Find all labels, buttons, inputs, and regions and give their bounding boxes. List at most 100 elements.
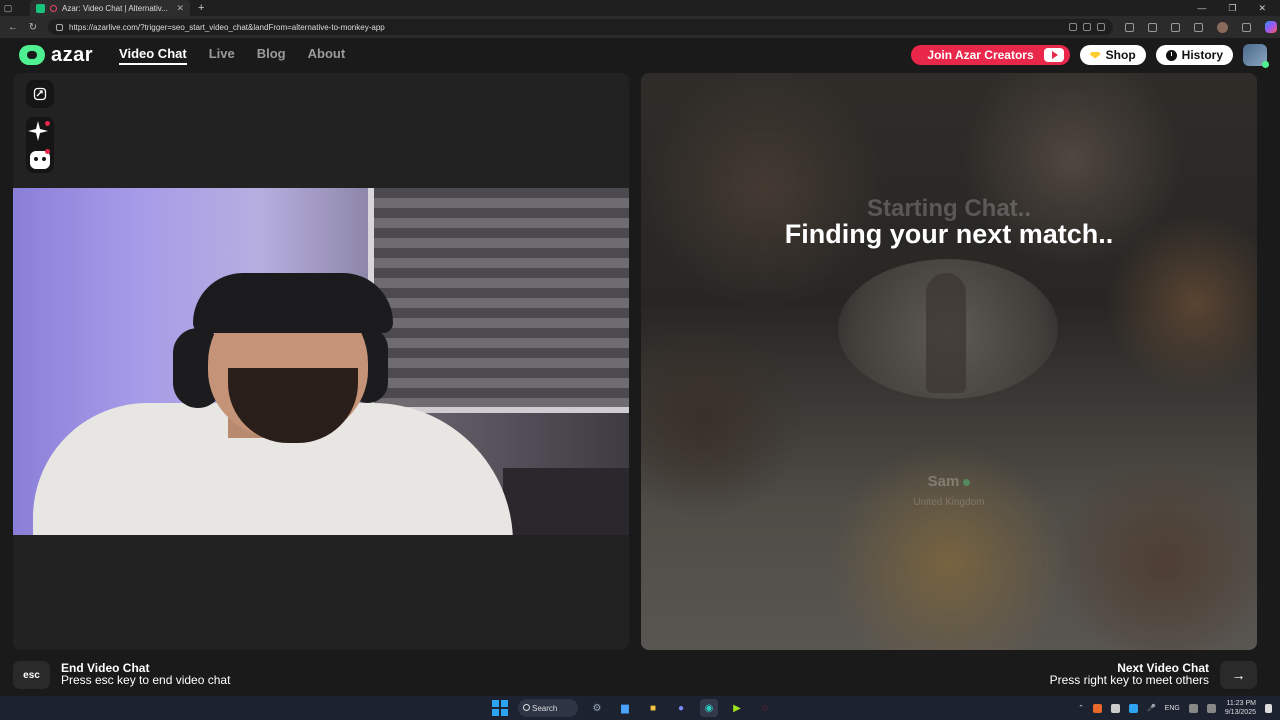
onedrive-icon[interactable] (1110, 703, 1120, 713)
clock-icon (1165, 49, 1177, 61)
network-icon[interactable] (1188, 703, 1198, 713)
nav-video-chat[interactable]: Video Chat (119, 46, 187, 65)
background-chair (503, 468, 629, 535)
restore-icon[interactable]: ❐ (1228, 3, 1236, 14)
favorite-star-icon[interactable] (1097, 23, 1105, 31)
collections-icon[interactable] (1194, 22, 1203, 32)
switch-camera-button[interactable] (26, 80, 54, 108)
minimize-icon[interactable]: — (1197, 3, 1206, 14)
tray-sync-icon[interactable] (1128, 703, 1138, 713)
join-creators-button[interactable]: Join Azar Creators (911, 45, 1070, 65)
end-chat-button[interactable]: esc (13, 661, 50, 689)
notification-icon[interactable] (1265, 703, 1272, 713)
discord-icon[interactable]: ● (672, 699, 690, 717)
nav-live[interactable]: Live (209, 46, 235, 65)
effects-new-dot (45, 121, 50, 126)
sparkle-icon (28, 121, 48, 141)
user-avatar[interactable] (1243, 44, 1269, 68)
system-tray: ⌃ 🎤 ENG 11:23 PM 9/13/2025 (1078, 698, 1272, 718)
switch-camera-icon (33, 87, 47, 101)
match-name: Sam (927, 473, 960, 490)
window-controls: — ❐ ✕ (1197, 3, 1280, 14)
face-mask-icon (30, 151, 50, 169)
copilot-icon[interactable] (1265, 21, 1277, 33)
nav-about[interactable]: About (308, 46, 346, 65)
person-cap (193, 273, 393, 333)
next-chat-arrow-icon[interactable]: → (1220, 661, 1257, 689)
my-video-panel (13, 73, 629, 650)
taskbar-clock[interactable]: 11:23 PM 9/13/2025 (1225, 699, 1256, 717)
extensions-icon[interactable] (1125, 22, 1134, 32)
window-menu-icon[interactable]: ▢ (0, 0, 16, 16)
recorder-icon[interactable]: ◌ (756, 699, 774, 717)
language-indicator[interactable]: ENG (1165, 705, 1180, 712)
url-text: https://azarlive.com/?trigger=seo_start_… (69, 22, 385, 32)
clock-time: 11:23 PM (1226, 700, 1256, 707)
mask-button[interactable] (26, 145, 54, 173)
taskbar-search[interactable]: Search (518, 699, 578, 717)
edge-browser-icon[interactable]: ◉ (700, 699, 718, 717)
split-screen-icon[interactable] (1148, 22, 1157, 32)
mask-new-dot (45, 149, 50, 154)
browser-toolbar: ← ↻ https://azarlive.com/?trigger=seo_st… (0, 16, 1280, 38)
site-header: azar Video Chat Live Blog About Join Aza… (0, 38, 1280, 72)
end-video-chat-hint: Press esc key to end video chat (61, 673, 231, 687)
tray-app-icon[interactable] (1092, 703, 1102, 713)
media-player-icon[interactable]: ▶ (728, 699, 746, 717)
main-nav: Video Chat Live Blog About (119, 46, 345, 65)
header-actions: Join Azar Creators Shop History (911, 44, 1280, 68)
match-country: United Kingdom (913, 497, 985, 508)
close-window-icon[interactable]: ✕ (1258, 3, 1266, 14)
join-creators-label: Join Azar Creators (927, 48, 1034, 62)
back-icon[interactable]: ← (6, 22, 20, 33)
browser-extensions (1125, 21, 1277, 33)
history-label: History (1181, 48, 1223, 62)
volume-icon[interactable] (1206, 703, 1216, 713)
close-tab-icon[interactable]: ✕ (176, 3, 184, 14)
new-tab-icon[interactable]: + (198, 2, 204, 14)
history-button[interactable]: History (1155, 45, 1233, 65)
favorites-icon[interactable] (1171, 22, 1180, 32)
partner-video-panel: Starting Chat.. Finding your next match.… (641, 73, 1257, 650)
azar-logo[interactable]: azar (19, 44, 93, 67)
nav-blog[interactable]: Blog (257, 46, 286, 65)
match-avatar-figure (926, 273, 966, 393)
effects-toolbar (26, 117, 54, 173)
tray-overflow-icon[interactable]: ⌃ (1078, 704, 1084, 712)
browser-tab[interactable]: Azar: Video Chat | Alternativ... ✕ (30, 0, 190, 16)
my-camera-feed (13, 188, 629, 535)
camera-in-use-icon[interactable] (1069, 23, 1077, 31)
finding-match-text: Finding your next match.. (784, 219, 1114, 249)
site-info-icon[interactable] (56, 23, 63, 31)
azar-favicon-icon (36, 3, 45, 13)
youtube-play-icon (1043, 48, 1064, 62)
chat-controls-footer: esc End Video Chat Press esc key to end … (0, 658, 1280, 694)
shop-label: Shop (1105, 48, 1136, 62)
azar-site: azar Video Chat Live Blog About Join Aza… (0, 38, 1280, 694)
effects-button[interactable] (26, 117, 54, 145)
more-menu-icon[interactable] (1242, 22, 1251, 32)
match-name-row: Sam (641, 473, 1257, 490)
shop-button[interactable]: Shop (1079, 45, 1146, 65)
tab-title: Azar: Video Chat | Alternativ... (62, 3, 168, 13)
gem-icon (1089, 51, 1101, 59)
start-windows-icon[interactable] (492, 700, 508, 716)
file-explorer-icon[interactable]: ■ (644, 699, 662, 717)
settings-gear-icon[interactable]: ⚙ (588, 699, 606, 717)
address-bar[interactable]: https://azarlive.com/?trigger=seo_start_… (48, 19, 1113, 35)
taskbar-apps: Search ⚙ ▆ ■ ● ◉ ▶ ◌ (492, 698, 774, 718)
reader-view-icon[interactable] (1083, 23, 1091, 31)
windows-taskbar: Search ⚙ ▆ ■ ● ◉ ▶ ◌ ⌃ 🎤 ENG 11:23 PM 9/… (0, 696, 1280, 720)
azar-logo-text: azar (51, 43, 94, 66)
clock-date: 9/13/2025 (1224, 709, 1256, 716)
browser-tab-bar: ▢ Azar: Video Chat | Alternativ... ✕ + —… (0, 0, 1280, 16)
microphone-icon[interactable]: 🎤 (1147, 704, 1156, 712)
browser-profile-avatar[interactable] (1217, 21, 1228, 33)
recording-icon (50, 4, 57, 12)
refresh-icon[interactable]: ↻ (26, 22, 40, 33)
photos-icon[interactable]: ▆ (616, 699, 634, 717)
window-blinds (368, 188, 629, 413)
next-video-chat-hint: Press right key to meet others (1049, 673, 1209, 687)
azar-logo-mark-icon (19, 45, 45, 65)
online-status-icon (963, 479, 971, 486)
